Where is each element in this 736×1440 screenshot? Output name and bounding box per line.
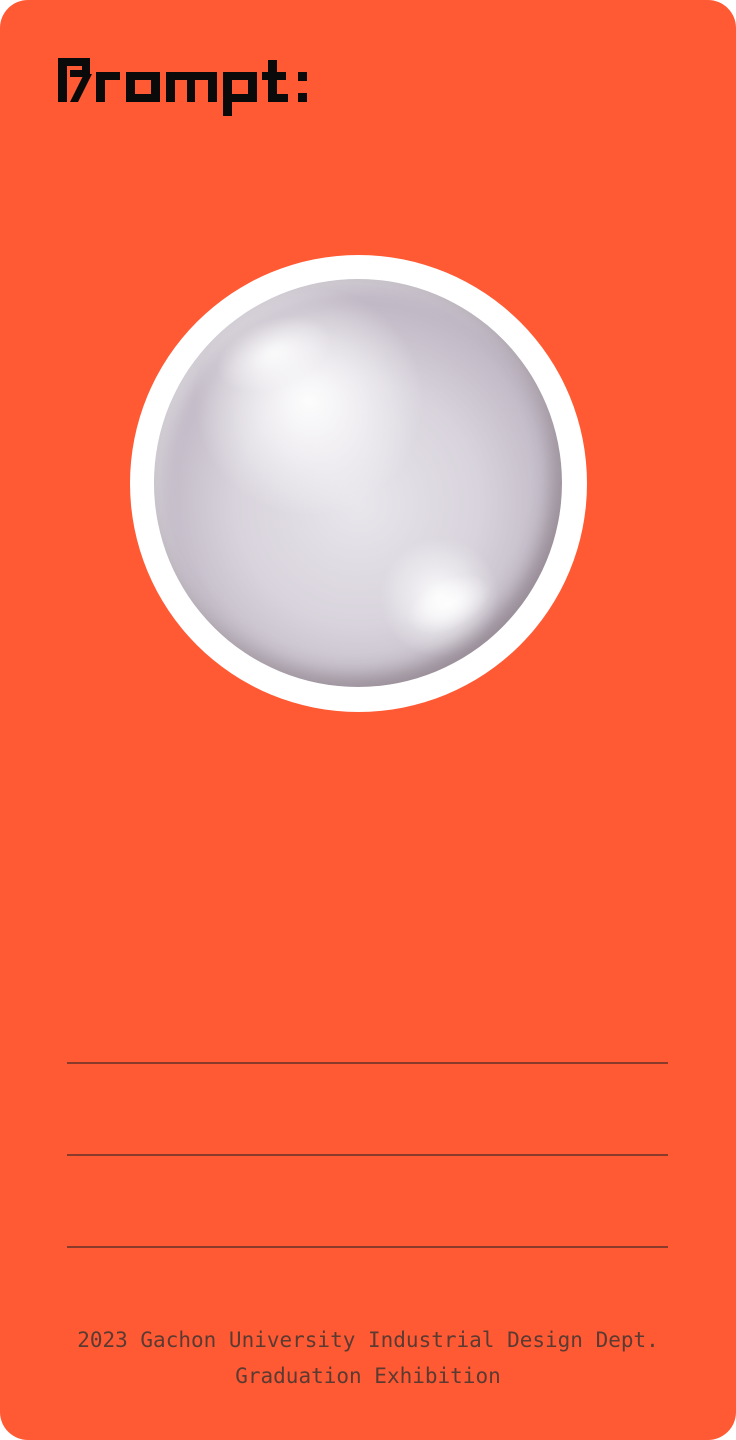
glass-sphere-image (154, 279, 562, 687)
divider-line (67, 1246, 668, 1248)
prompt-logo-icon (58, 58, 307, 116)
poster-card: 2023 Gachon University Industrial Design… (0, 0, 736, 1440)
divider-line (67, 1062, 668, 1064)
divider-line (67, 1154, 668, 1156)
sphere-frame (130, 255, 587, 712)
prompt-logo (56, 52, 316, 118)
exhibition-caption: 2023 Gachon University Industrial Design… (0, 1322, 736, 1394)
caption-line-1: 2023 Gachon University Industrial Design… (77, 1328, 659, 1352)
caption-line-2: Graduation Exhibition (235, 1364, 501, 1388)
